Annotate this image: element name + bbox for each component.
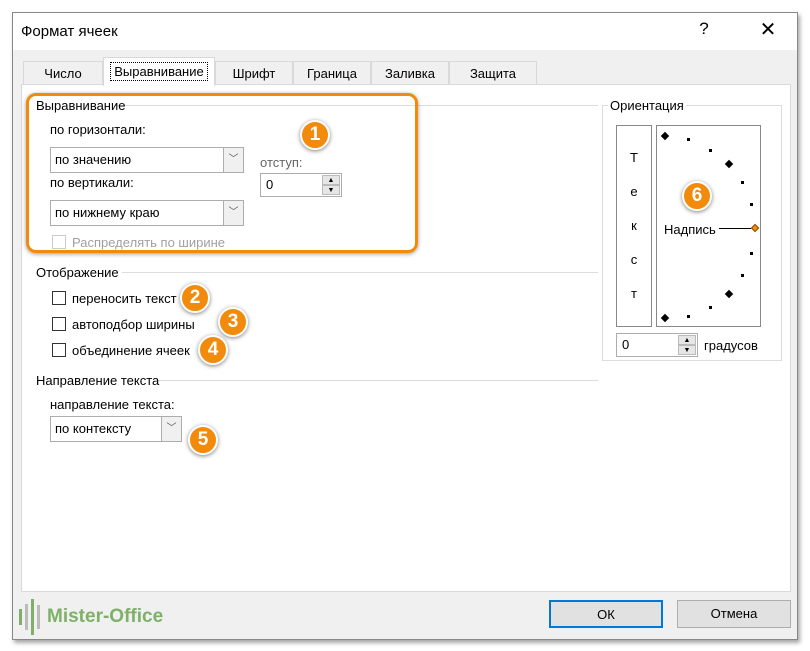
badge-4: 4 bbox=[198, 335, 228, 365]
shrink-label: автоподбор ширины bbox=[72, 317, 195, 332]
dial-mark bbox=[750, 203, 753, 206]
badge-2: 2 bbox=[180, 283, 210, 313]
dial-mark bbox=[687, 138, 690, 141]
watermark-text: Mister-Office bbox=[47, 606, 164, 627]
dial-mark bbox=[709, 306, 712, 309]
title-bar: Формат ячеек ? ✕ bbox=[13, 13, 797, 50]
dial-mark bbox=[660, 313, 670, 323]
close-button[interactable]: ✕ bbox=[753, 17, 783, 42]
badge-5: 5 bbox=[188, 425, 218, 455]
dial-mark bbox=[660, 131, 670, 141]
tab-label: Выравнивание bbox=[110, 62, 208, 81]
dial-mark bbox=[709, 149, 712, 152]
vertical-text: Т е к с т bbox=[626, 149, 642, 303]
dialog-title: Формат ячеек bbox=[21, 23, 118, 40]
cancel-button[interactable]: Отмена bbox=[677, 600, 791, 628]
dial-mark bbox=[741, 274, 744, 277]
dial-mark bbox=[687, 315, 690, 318]
orientation-pointer bbox=[719, 228, 751, 229]
spin-up-icon[interactable]: ▲ bbox=[678, 335, 696, 345]
direction-label: направление текста: bbox=[50, 397, 175, 412]
dial-mark bbox=[750, 252, 753, 255]
badge-1: 1 bbox=[300, 120, 330, 150]
tab-protection[interactable]: Защита bbox=[449, 61, 537, 85]
shrink-checkbox[interactable] bbox=[52, 317, 66, 331]
direction-select[interactable]: по контексту ﹀ bbox=[50, 416, 182, 442]
tab-border[interactable]: Граница bbox=[293, 61, 371, 85]
tab-fill[interactable]: Заливка bbox=[371, 61, 449, 85]
dial-mark bbox=[724, 159, 734, 169]
wrap-text-label: переносить текст bbox=[72, 291, 177, 306]
merge-label: объединение ячеек bbox=[72, 343, 190, 358]
merge-checkbox[interactable] bbox=[52, 343, 66, 357]
tab-number[interactable]: Число bbox=[23, 61, 103, 85]
highlight-frame bbox=[26, 93, 418, 253]
dial-mark bbox=[724, 289, 734, 299]
watermark-logo: Mister-Office bbox=[19, 599, 163, 635]
format-cells-dialog: Формат ячеек ? ✕ Число Выравнивание Шриф… bbox=[12, 12, 798, 640]
degrees-label: градусов bbox=[704, 338, 758, 353]
orientation-sample-label: Надпись bbox=[664, 222, 716, 237]
badge-6: 6 bbox=[682, 181, 712, 211]
chevron-down-icon: ﹀ bbox=[161, 417, 181, 441]
direction-value: по контексту bbox=[55, 421, 132, 436]
spin-down-icon[interactable]: ▼ bbox=[678, 345, 696, 355]
orientation-group-label: Ориентация bbox=[608, 98, 686, 113]
help-button[interactable]: ? bbox=[689, 19, 719, 39]
orientation-handle[interactable] bbox=[750, 223, 760, 233]
tab-font[interactable]: Шрифт bbox=[215, 61, 293, 85]
degrees-value: 0 bbox=[622, 337, 630, 352]
ok-button[interactable]: ОК bbox=[549, 600, 663, 628]
orientation-dial[interactable]: Надпись 6 bbox=[656, 125, 761, 327]
direction-group-label: Направление текста bbox=[36, 373, 160, 388]
display-group-label: Отображение bbox=[36, 265, 119, 280]
tab-alignment[interactable]: Выравнивание bbox=[103, 57, 215, 86]
badge-3: 3 bbox=[218, 307, 248, 337]
dial-mark bbox=[741, 181, 744, 184]
degrees-spinner[interactable]: 0 ▲ ▼ bbox=[616, 333, 698, 357]
tab-panel: Выравнивание по горизонтали: по значению… bbox=[21, 84, 791, 592]
wrap-text-checkbox[interactable] bbox=[52, 291, 66, 305]
vertical-text-button[interactable]: Т е к с т bbox=[616, 125, 652, 327]
